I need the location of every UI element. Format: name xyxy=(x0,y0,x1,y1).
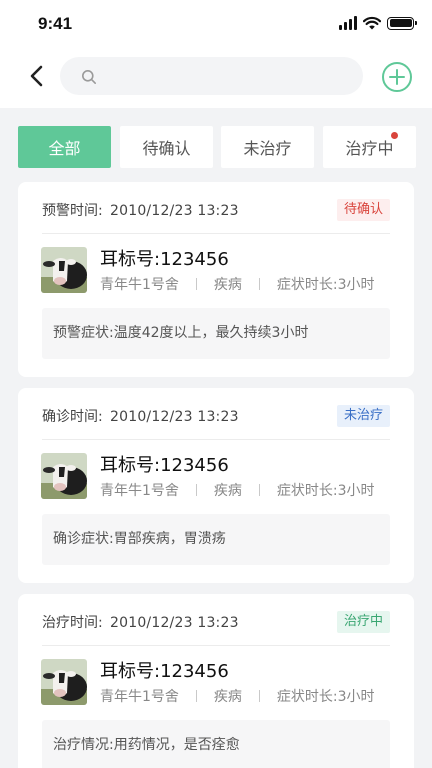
cow-meta: 青年牛1号舍 疾病 症状时长:3小时 xyxy=(100,480,375,500)
alert-card[interactable]: 预警时间: 2010/12/23 13:23 待确认 耳标号:123456 青年… xyxy=(18,182,414,377)
status-icons xyxy=(339,16,417,30)
symptom-note: 预警症状:温度42度以上，最久持续3小时 xyxy=(42,308,390,359)
notification-dot xyxy=(391,132,398,139)
divider xyxy=(42,645,390,646)
cow-avatar xyxy=(41,453,87,499)
ear-tag-number: 耳标号:123456 xyxy=(100,455,229,476)
separator xyxy=(258,690,260,702)
tab-treating[interactable]: 治疗中 xyxy=(323,126,416,168)
time-label: 确诊时间: xyxy=(42,409,103,425)
barn-name: 青年牛1号舍 xyxy=(100,277,179,293)
top-bar: 9:41 xyxy=(0,0,432,108)
back-button[interactable] xyxy=(26,62,48,90)
cow-meta: 青年牛1号舍 疾病 症状时长:3小时 xyxy=(100,686,375,706)
separator xyxy=(195,484,197,496)
alert-card[interactable]: 治疗时间: 2010/12/23 13:23 治疗中 耳标号:123456 青年… xyxy=(18,594,414,768)
tab-all[interactable]: 全部 xyxy=(18,126,111,168)
symptom-note: 确诊症状:胃部疾病，胃溃疡 xyxy=(42,514,390,565)
separator xyxy=(195,690,197,702)
time-label: 预警时间: xyxy=(42,203,103,219)
ear-tag-number: 耳标号:123456 xyxy=(100,249,229,270)
tab-pending[interactable]: 待确认 xyxy=(120,126,213,168)
separator xyxy=(258,278,260,290)
status-badge: 治疗中 xyxy=(336,611,390,633)
cow-avatar xyxy=(41,659,87,705)
separator xyxy=(195,278,197,290)
symptom-duration: 症状时长:3小时 xyxy=(276,689,375,705)
divider xyxy=(42,233,390,234)
time-value: 2010/12/23 13:23 xyxy=(110,409,239,425)
time-value: 2010/12/23 13:23 xyxy=(110,203,239,219)
tab-label: 未治疗 xyxy=(243,139,292,158)
status-time: 9:41 xyxy=(38,14,73,33)
symptom-note: 治疗情况:用药情况，是否痊愈 xyxy=(42,720,390,768)
battery-icon xyxy=(387,16,417,30)
disease-type: 疾病 xyxy=(213,483,242,499)
status-badge: 待确认 xyxy=(336,199,390,221)
divider xyxy=(42,439,390,440)
ear-tag-number: 耳标号:123456 xyxy=(100,661,229,682)
search-input[interactable] xyxy=(104,60,354,92)
disease-type: 疾病 xyxy=(213,277,242,293)
card-header: 治疗时间: 2010/12/23 13:23 治疗中 xyxy=(42,610,390,636)
time-value: 2010/12/23 13:23 xyxy=(110,615,239,631)
time-label: 治疗时间: xyxy=(42,615,103,631)
cow-avatar xyxy=(41,247,87,293)
tab-label: 全部 xyxy=(48,139,81,158)
card-header: 确诊时间: 2010/12/23 13:23 未治疗 xyxy=(42,404,390,430)
card-header: 预警时间: 2010/12/23 13:23 待确认 xyxy=(42,198,390,224)
filter-tabs: 全部 待确认 未治疗 治疗中 xyxy=(18,126,432,168)
add-button[interactable] xyxy=(381,61,413,93)
symptom-duration: 症状时长:3小时 xyxy=(276,483,375,499)
search-icon xyxy=(82,70,96,84)
cow-meta: 青年牛1号舍 疾病 症状时长:3小时 xyxy=(100,274,375,294)
tab-label: 待确认 xyxy=(142,139,191,158)
tab-label: 治疗中 xyxy=(345,139,394,158)
cellular-signal-icon xyxy=(339,16,357,30)
status-badge: 未治疗 xyxy=(336,405,390,427)
separator xyxy=(258,484,260,496)
disease-type: 疾病 xyxy=(213,689,242,705)
symptom-duration: 症状时长:3小时 xyxy=(276,277,375,293)
wifi-icon xyxy=(363,16,381,30)
barn-name: 青年牛1号舍 xyxy=(100,689,179,705)
alert-card[interactable]: 确诊时间: 2010/12/23 13:23 未治疗 耳标号:123456 青年… xyxy=(18,388,414,583)
tab-untreated[interactable]: 未治疗 xyxy=(221,126,314,168)
barn-name: 青年牛1号舍 xyxy=(100,483,179,499)
